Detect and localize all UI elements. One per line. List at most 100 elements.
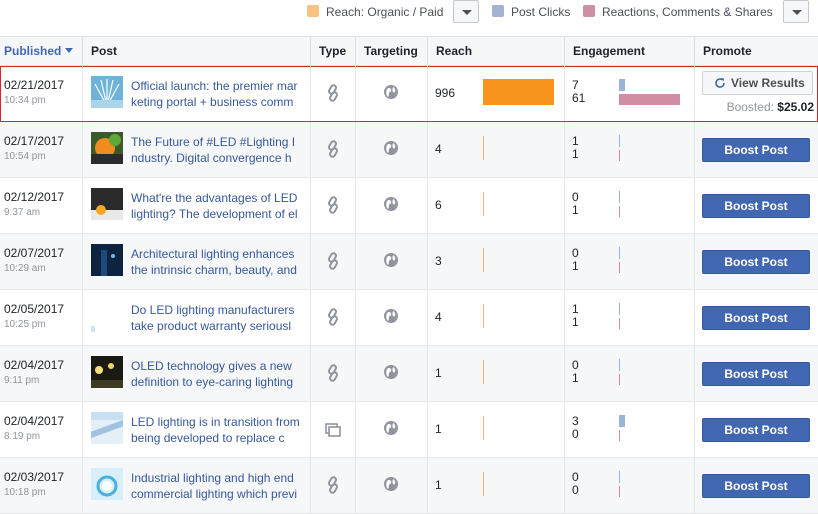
post-time: 10:54 pm (4, 151, 46, 162)
post-date: 02/21/2017 (4, 78, 65, 92)
column-targeting: Targeting (355, 37, 427, 65)
reactions-bar (619, 262, 620, 273)
link-icon (324, 476, 342, 494)
reach-value: 1 (435, 366, 442, 380)
post-clicks-bar (619, 415, 625, 427)
table-row[interactable]: 02/12/2017 9:37 am What're the advantages … (0, 178, 818, 234)
column-divider (82, 234, 83, 289)
post-thumbnail[interactable] (91, 76, 123, 108)
boost-post-button[interactable]: Boost Post (702, 362, 810, 386)
globe-icon (383, 364, 399, 380)
globe-icon (383, 252, 399, 268)
legend-reactions-label: Reactions, Comments & Shares (602, 5, 773, 19)
table-row[interactable]: 02/05/2017 10:25 pm Do LED lighting manufa… (0, 290, 818, 346)
post-link[interactable]: OLED technology gives a new definition t… (131, 358, 301, 390)
reactions-bar (619, 486, 620, 497)
table-row[interactable]: 02/07/2017 10:29 am Architectural lighting… (0, 234, 818, 290)
reach-swatch (307, 5, 319, 17)
reach-bar (483, 472, 484, 496)
boost-post-button[interactable]: Boost Post (702, 306, 810, 330)
post-link[interactable]: The Future of #LED #Lighting Industry. D… (131, 134, 301, 166)
column-reach-label: Reach (436, 44, 473, 58)
boost-post-button[interactable]: Boost Post (702, 474, 810, 498)
globe-icon (383, 476, 399, 492)
column-divider (82, 66, 83, 121)
column-divider (694, 346, 695, 401)
boost-post-button[interactable]: Boost Post (702, 418, 810, 442)
column-divider (310, 234, 311, 289)
globe-icon (383, 308, 399, 324)
boosted-value: $25.02 (777, 100, 814, 114)
view-results-button[interactable]: View Results (702, 71, 813, 95)
post-date: 02/04/2017 (4, 358, 65, 372)
reactions-value: 1 (572, 203, 579, 217)
column-divider (694, 178, 695, 233)
column-divider (427, 178, 428, 233)
engagement-dropdown-button[interactable] (783, 0, 809, 23)
table-row[interactable]: 02/03/2017 10:18 pm Industrial lighting an… (0, 458, 818, 514)
column-divider (427, 122, 428, 177)
post-thumbnail[interactable] (91, 244, 123, 276)
column-divider (82, 290, 83, 345)
link-icon (324, 252, 342, 270)
column-divider (355, 66, 356, 121)
reach-dropdown-button[interactable] (453, 0, 479, 23)
boost-post-button[interactable]: Boost Post (702, 250, 810, 274)
post-link[interactable]: Official launch: the premier marketing p… (131, 78, 301, 110)
column-divider (427, 458, 428, 513)
post-thumbnail[interactable] (91, 468, 123, 500)
post-link[interactable]: Architectural lighting enhances the intr… (131, 246, 301, 278)
column-post: Post (82, 37, 310, 65)
boosted-label: Boosted: (726, 100, 774, 114)
column-divider (427, 234, 428, 289)
column-reach: Reach (427, 37, 564, 65)
post-thumbnail[interactable] (91, 356, 123, 388)
post-link[interactable]: Industrial lighting and high end commerc… (131, 470, 301, 502)
column-divider (82, 458, 83, 513)
reach-bar (483, 416, 484, 440)
table-row[interactable]: 02/21/2017 10:34 pm Official launch: the p… (0, 66, 818, 122)
globe-icon (383, 140, 399, 156)
post-clicks-bar (619, 247, 620, 259)
post-thumbnail[interactable] (91, 412, 123, 444)
column-type-label: Type (319, 44, 347, 58)
column-promote: Promote (694, 37, 818, 65)
table-row[interactable]: 02/17/2017 10:54 pm The Future of #LED #Li… (0, 122, 818, 178)
reactions-value: 0 (572, 427, 579, 441)
reactions-value: 1 (572, 259, 579, 273)
sort-down-icon (65, 48, 74, 53)
column-type: Type (310, 37, 355, 65)
reach-value: 1 (435, 478, 442, 492)
post-date: 02/07/2017 (4, 246, 65, 260)
reach-bar (483, 360, 484, 384)
post-link[interactable]: What're the advantages of LED lighting? … (131, 190, 301, 222)
globe-icon (383, 84, 399, 100)
column-divider (564, 458, 565, 513)
column-divider (355, 178, 356, 233)
column-divider (694, 66, 695, 121)
column-divider (694, 290, 695, 345)
post-clicks-bar (619, 359, 620, 371)
post-thumbnail[interactable] (91, 300, 123, 332)
boost-post-button[interactable]: Boost Post (702, 194, 810, 218)
reach-value: 3 (435, 254, 442, 268)
table-row[interactable]: 02/04/2017 8:19 pm LED lighting is in tran… (0, 402, 818, 458)
reach-bar (483, 136, 484, 160)
post-link[interactable]: LED lighting is in transition from being… (131, 414, 301, 446)
table-row[interactable]: 02/04/2017 9:11 pm OLED technology gives a… (0, 346, 818, 402)
post-time: 10:18 pm (4, 487, 46, 498)
column-divider (355, 346, 356, 401)
post-clicks-bar (619, 303, 620, 315)
column-divider (694, 234, 695, 289)
link-icon (324, 308, 342, 326)
reach-bar (483, 79, 554, 105)
column-published[interactable]: Published (0, 37, 82, 65)
post-thumbnail[interactable] (91, 132, 123, 164)
column-divider (427, 402, 428, 457)
post-thumbnail[interactable] (91, 188, 123, 220)
link-icon (324, 364, 342, 382)
boost-post-button[interactable]: Boost Post (702, 138, 810, 162)
post-link[interactable]: Do LED lighting manufacturers take produ… (131, 302, 301, 334)
reach-bar (483, 304, 484, 328)
reactions-bar (619, 318, 620, 329)
